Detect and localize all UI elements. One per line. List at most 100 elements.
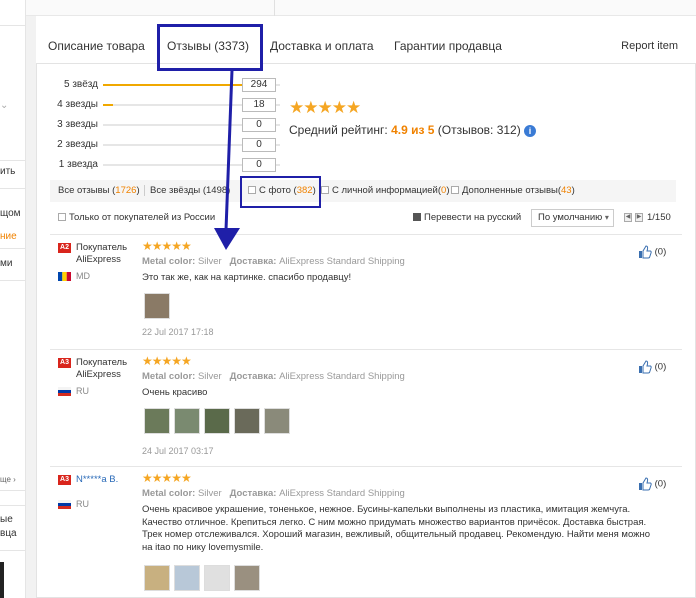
thumbs-up-icon bbox=[639, 477, 652, 491]
sidebar-fragment[interactable]: ить bbox=[0, 166, 26, 177]
review-date: 22 Jul 2017 17:18 bbox=[142, 327, 214, 337]
sidebar-fragment: вца bbox=[0, 528, 17, 539]
sort-select[interactable]: По умолчанию ▾ bbox=[531, 209, 614, 227]
filter-extra-label: Дополненные отзывы( bbox=[462, 185, 562, 196]
review-text: Очень красивое украшение, тоненькое, неж… bbox=[142, 504, 650, 553]
review-date: 24 Jul 2017 03:17 bbox=[142, 446, 214, 456]
reviewer-country: RU bbox=[76, 386, 89, 396]
reviewer-country: RU bbox=[76, 499, 89, 509]
country-flag-icon bbox=[58, 387, 71, 396]
review-photo-thumbnail[interactable] bbox=[234, 565, 260, 591]
reviews-tab-highlight bbox=[157, 24, 263, 71]
review-photo-thumbnail[interactable] bbox=[204, 408, 230, 434]
translate-toggle[interactable]: Перевести на русский bbox=[413, 212, 521, 223]
photo-filter-highlight bbox=[240, 176, 321, 208]
helpful-button[interactable]: (0) bbox=[638, 477, 666, 491]
filter-separator bbox=[144, 185, 145, 196]
review-stars: ★★★★★ bbox=[142, 354, 192, 368]
tab-delivery[interactable]: Доставка и оплата bbox=[270, 28, 374, 64]
rating-row-label: 4 звезды bbox=[57, 99, 98, 110]
average-stars: ★★★★★ bbox=[289, 98, 361, 117]
review-photo-thumbnail[interactable] bbox=[174, 408, 200, 434]
translate-checkbox[interactable] bbox=[413, 213, 421, 221]
review-item: A3 N*****a B. RU ★★★★★ Metal color: Silver Д… bbox=[50, 466, 682, 598]
chevron-down-icon: ▾ bbox=[604, 213, 609, 222]
personal-info-checkbox[interactable] bbox=[321, 186, 329, 194]
reviewer-name-line2: AliExpress bbox=[76, 369, 121, 380]
average-rating: Средний рейтинг: 4.9 из 5 (Отзывов: 312)… bbox=[289, 123, 537, 137]
filter-all-label: Все отзывы ( bbox=[58, 185, 116, 196]
sidebar-fragment[interactable]: ми bbox=[0, 258, 26, 269]
review-stars: ★★★★★ bbox=[142, 471, 192, 485]
russia-only-filter[interactable]: Только от покупателей из России bbox=[58, 212, 215, 223]
rating-row[interactable]: 3 звезды 0 bbox=[48, 118, 288, 132]
buyer-level-badge: A2 bbox=[58, 243, 71, 253]
prev-page-button[interactable]: ◀ bbox=[624, 213, 632, 222]
top-bar bbox=[26, 0, 696, 16]
thumbs-up-icon bbox=[639, 360, 652, 374]
review-photo-thumbnail[interactable] bbox=[234, 408, 260, 434]
next-page-button[interactable]: ▶ bbox=[635, 213, 643, 222]
extended-reviews-checkbox[interactable] bbox=[451, 186, 459, 194]
sidebar-fragment[interactable]: ще › bbox=[0, 475, 26, 484]
review-item: A2 Покупатель AliExpress MD ★★★★★ Metal color… bbox=[50, 234, 682, 349]
average-rating-score: 4.9 из 5 bbox=[391, 123, 435, 137]
metal-color-label: Metal color: bbox=[142, 371, 196, 382]
review-photo-thumbnail[interactable] bbox=[144, 408, 170, 434]
rating-row-label: 1 звезда bbox=[58, 159, 98, 170]
product-tabs: Описание товара Отзывы (3373) Доставка и… bbox=[36, 28, 696, 64]
rating-bar-fill bbox=[103, 104, 114, 106]
filter-all-stars[interactable]: Все звёзды (1498) bbox=[150, 185, 230, 196]
sidebar-fragment[interactable]: ние bbox=[0, 231, 26, 242]
review-photo-thumbnail[interactable] bbox=[204, 565, 230, 591]
average-rating-count: (Отзывов: 312) bbox=[437, 123, 521, 137]
rating-row[interactable]: 4 звезды 18 bbox=[48, 98, 288, 112]
review-photo-thumbnail[interactable] bbox=[144, 565, 170, 591]
filter-all-count: 1726 bbox=[115, 185, 137, 196]
review-filter-bar: Все отзывы (1726) Все звёзды (1498) С фо… bbox=[50, 180, 676, 202]
delivery-label: Доставка: bbox=[229, 256, 277, 267]
russia-only-checkbox[interactable] bbox=[58, 213, 66, 221]
review-stars: ★★★★★ bbox=[142, 239, 192, 253]
left-sidebar-fragment: ⌄ ить щом ние ми ще › ые вца bbox=[0, 0, 26, 598]
helpful-button[interactable]: (0) bbox=[638, 245, 666, 259]
sidebar-fragment[interactable]: щом bbox=[0, 208, 26, 219]
filter-personal-info[interactable]: С личной информацией(0) bbox=[321, 185, 450, 196]
filter-personal-tail: ) bbox=[446, 185, 450, 196]
filter-all-tail: ) bbox=[136, 185, 140, 196]
tab-guarantee[interactable]: Гарантии продавца bbox=[394, 28, 502, 64]
helpful-button[interactable]: (0) bbox=[638, 360, 666, 374]
delivery-label: Доставка: bbox=[229, 488, 277, 499]
info-icon[interactable]: i bbox=[524, 124, 537, 137]
review-photo-thumbnail[interactable] bbox=[174, 565, 200, 591]
helpful-count: (0) bbox=[654, 246, 667, 258]
reviewer-name: Покупатель bbox=[76, 357, 128, 368]
country-flag-icon bbox=[58, 500, 71, 509]
filter-all-reviews[interactable]: Все отзывы (1726) bbox=[58, 185, 140, 196]
report-item-link[interactable]: Report item bbox=[621, 28, 678, 64]
delivery-value: AliExpress Standard Shipping bbox=[279, 371, 405, 382]
rating-row[interactable]: 2 звезды 0 bbox=[48, 138, 288, 152]
page-gutter bbox=[26, 16, 36, 598]
metal-color-value: Silver bbox=[197, 371, 222, 382]
review-meta: Metal color: Silver Доставка: AliExpress… bbox=[142, 488, 405, 499]
metal-color-label: Metal color: bbox=[142, 256, 196, 267]
top-bar-divider bbox=[274, 0, 275, 16]
thumbs-up-icon bbox=[639, 245, 652, 259]
reviewer-name[interactable]: N*****a B. bbox=[76, 474, 118, 486]
filter-extended-reviews[interactable]: Дополненные отзывы(43) bbox=[451, 185, 575, 196]
delivery-label: Доставка: bbox=[229, 371, 277, 382]
rating-row[interactable]: 1 звезда 0 bbox=[48, 158, 288, 172]
rating-row-label: 3 звезды bbox=[57, 119, 98, 130]
rating-row[interactable]: 5 звёзд 294 bbox=[48, 78, 288, 92]
review-photo-thumbnail[interactable] bbox=[264, 408, 290, 434]
reviewer-name-line2: AliExpress bbox=[76, 254, 121, 265]
rating-row-count: 294 bbox=[242, 78, 276, 92]
reviewer-country: MD bbox=[76, 271, 90, 281]
average-rating-label: Средний рейтинг: bbox=[289, 123, 388, 137]
review-photo-thumbnail[interactable] bbox=[144, 293, 170, 319]
delivery-value: AliExpress Standard Shipping bbox=[279, 256, 405, 267]
page-indicator: 1/150 bbox=[647, 212, 671, 223]
tab-description[interactable]: Описание товара bbox=[48, 28, 145, 64]
rating-row-count: 18 bbox=[242, 98, 276, 112]
